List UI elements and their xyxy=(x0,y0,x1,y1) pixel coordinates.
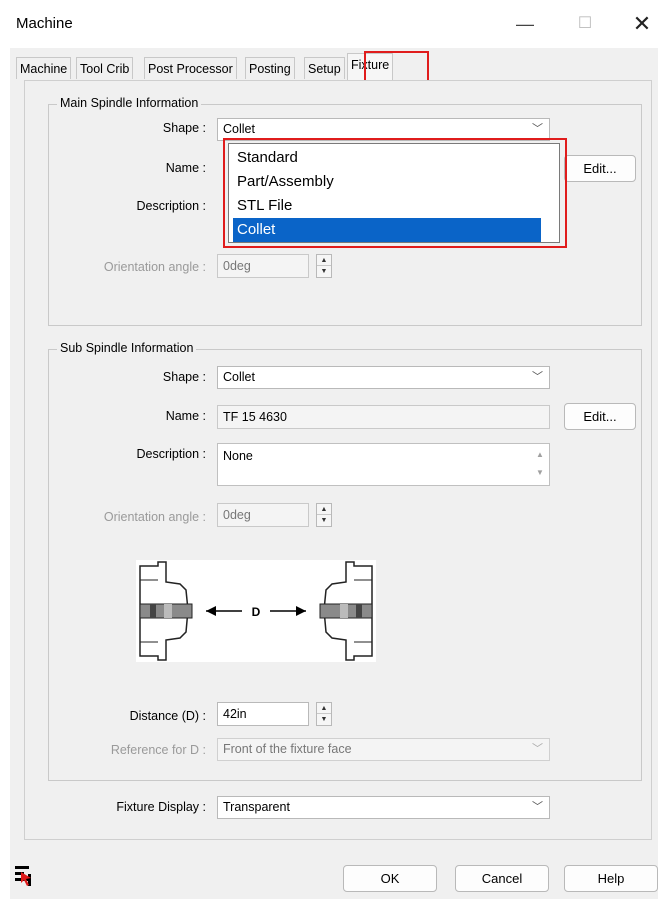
sub-description-field[interactable]: None ▲ ▼ xyxy=(217,443,550,486)
chevron-down-icon: ﹀ xyxy=(532,123,543,135)
spin-down-icon[interactable]: ▼ xyxy=(317,266,331,277)
maximize-icon: ☐ xyxy=(577,15,593,32)
spin-down-icon[interactable]: ▼ xyxy=(317,515,331,526)
sub-orientation-label: Orientation angle : xyxy=(103,510,206,524)
sub-shape-value: Collet xyxy=(223,370,255,384)
close-icon[interactable]: ✕ xyxy=(627,10,657,38)
tab-setup[interactable]: Setup xyxy=(304,57,345,79)
spin-down-icon[interactable]: ▼ xyxy=(317,714,331,725)
sub-orientation-field[interactable]: 0deg xyxy=(217,503,309,527)
main-orientation-label: Orientation angle : xyxy=(103,260,206,274)
distance-field[interactable]: 42in xyxy=(217,702,309,726)
main-edit-button[interactable]: Edit... xyxy=(564,155,636,182)
main-shape-label: Shape : xyxy=(162,121,206,135)
tab-tool-crib[interactable]: Tool Crib xyxy=(76,57,134,79)
help-button[interactable]: Help xyxy=(564,865,658,892)
title-bar: Machine — ☐ ✕ xyxy=(10,0,658,48)
main-description-label: Description : xyxy=(136,199,206,213)
reference-label: Reference for D : xyxy=(110,743,206,757)
main-shape-value: Collet xyxy=(223,122,255,136)
main-spindle-title: Main Spindle Information xyxy=(57,96,202,110)
ok-button[interactable]: OK xyxy=(343,865,437,892)
window-title: Machine xyxy=(16,15,73,32)
fixture-display-value: Transparent xyxy=(223,800,290,814)
sub-orientation-value: 0deg xyxy=(223,508,251,522)
sub-edit-button[interactable]: Edit... xyxy=(564,403,636,430)
fixture-display-select[interactable]: Transparent ﹀ xyxy=(217,796,550,819)
sub-shape-label: Shape : xyxy=(162,370,206,384)
machine-dialog: Machine — ☐ ✕ Machine Tool Crib Post Pro… xyxy=(10,0,658,899)
dropdown-highlight xyxy=(223,138,567,248)
chevron-down-icon: ﹀ xyxy=(532,371,543,383)
reference-select[interactable]: Front of the fixture face ﹀ xyxy=(217,738,550,761)
sub-description-value: None xyxy=(223,449,253,463)
sub-name-field[interactable]: TF 15 4630 xyxy=(217,405,550,429)
sub-orientation-spinner[interactable]: ▲ ▼ xyxy=(316,503,332,527)
spin-up-icon[interactable]: ▲ xyxy=(317,255,331,266)
tab-posting[interactable]: Posting xyxy=(245,57,295,79)
description-scrollbar[interactable]: ▲ ▼ xyxy=(533,446,547,482)
spin-up-icon[interactable]: ▲ xyxy=(317,703,331,714)
cursor-pick-icon[interactable] xyxy=(14,864,36,886)
chevron-down-icon: ﹀ xyxy=(532,801,543,813)
main-orientation-spinner[interactable]: ▲ ▼ xyxy=(316,254,332,278)
main-orientation-value: 0deg xyxy=(223,259,251,273)
sub-name-value: TF 15 4630 xyxy=(223,410,287,424)
collet-diagram-illustration: D xyxy=(139,561,373,661)
fixture-display-label: Fixture Display : xyxy=(116,800,206,814)
distance-marker-label: D xyxy=(252,605,261,619)
sub-description-label: Description : xyxy=(136,447,206,461)
spin-up-icon[interactable]: ▲ xyxy=(317,504,331,515)
cancel-button[interactable]: Cancel xyxy=(455,865,549,892)
collet-distance-diagram: D xyxy=(136,560,376,662)
tab-fixture-highlight xyxy=(364,51,429,82)
reference-value: Front of the fixture face xyxy=(223,742,352,756)
sub-spindle-title: Sub Spindle Information xyxy=(57,341,197,355)
distance-value: 42in xyxy=(223,707,247,721)
main-orientation-field[interactable]: 0deg xyxy=(217,254,309,278)
distance-spinner[interactable]: ▲ ▼ xyxy=(316,702,332,726)
main-name-label: Name : xyxy=(165,161,206,175)
minimize-icon[interactable]: — xyxy=(510,10,540,38)
sub-name-label: Name : xyxy=(165,409,206,423)
tab-machine[interactable]: Machine xyxy=(16,57,72,79)
chevron-down-icon: ﹀ xyxy=(532,743,543,755)
sub-shape-select[interactable]: Collet ﹀ xyxy=(217,366,550,389)
tab-post-processor[interactable]: Post Processor xyxy=(144,57,237,79)
distance-label: Distance (D) : xyxy=(129,709,206,723)
